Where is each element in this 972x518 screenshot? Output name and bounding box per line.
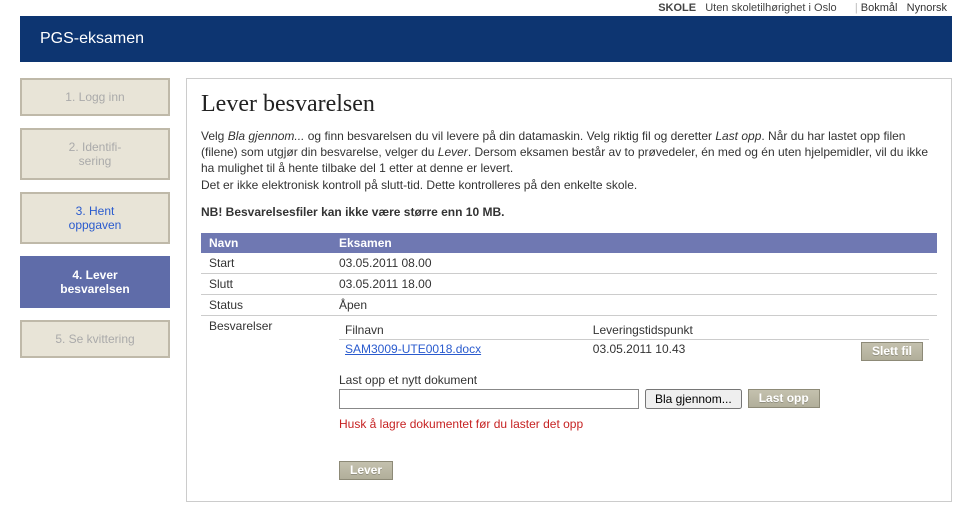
sep: | — [855, 2, 858, 14]
files-table: Filnavn Leveringstidspunkt SAM3009-UTE00… — [339, 321, 929, 363]
upload-input[interactable] — [339, 389, 639, 409]
school-label: SKOLE — [658, 2, 696, 14]
upload-button[interactable]: Last opp — [748, 389, 820, 408]
step-3-get-task[interactable]: 3. Hent oppgaven — [20, 192, 170, 244]
status-value: Åpen — [331, 294, 937, 315]
step-5-receipt: 5. Se kvittering — [20, 320, 170, 358]
end-label: Slutt — [201, 273, 331, 294]
step-2-identify: 2. Identifi- sering — [20, 128, 170, 180]
content-panel: Lever besvarelsen Velg Bla gjennom... og… — [186, 78, 952, 502]
th-delivery-time: Leveringstidspunkt — [587, 321, 811, 340]
upload-block: Last opp et nytt dokument Bla gjennom...… — [339, 373, 929, 431]
end-value: 03.05.2011 18.00 — [331, 273, 937, 294]
sidebar: 1. Logg inn 2. Identifi- sering 3. Hent … — [20, 78, 170, 502]
top-bar: SKOLE Uten skoletilhørighet i Oslo | Bok… — [0, 0, 972, 16]
start-label: Start — [201, 253, 331, 274]
exam-table: Navn Eksamen Start 03.05.2011 08.00 Slut… — [201, 233, 937, 483]
th-filename: Filnavn — [339, 321, 587, 340]
nb-warning: NB! Besvarelsesfiler kan ikke være størr… — [201, 205, 937, 219]
step-1-login: 1. Logg inn — [20, 78, 170, 116]
th-name: Navn — [201, 233, 331, 253]
banner: PGS-eksamen — [20, 16, 952, 62]
school-value: Uten skoletilhørighet i Oslo — [705, 2, 836, 14]
lang-nynorsk-link[interactable]: Nynorsk — [907, 2, 947, 14]
file-link[interactable]: SAM3009-UTE0018.docx — [345, 342, 481, 356]
upload-warning: Husk å lagre dokumentet før du laster de… — [339, 417, 929, 431]
start-value: 03.05.2011 08.00 — [331, 253, 937, 274]
browse-button[interactable]: Bla gjennom... — [645, 389, 742, 409]
status-label: Status — [201, 294, 331, 315]
lever-button[interactable]: Lever — [339, 461, 393, 480]
file-time: 03.05.2011 10.43 — [587, 339, 811, 363]
answers-label: Besvarelser — [201, 315, 331, 483]
lang-bokmal-link[interactable]: Bokmål — [861, 2, 898, 14]
page-title: Lever besvarelsen — [201, 91, 937, 118]
th-exam: Eksamen — [331, 233, 937, 253]
step-4-deliver: 4. Lever besvarelsen — [20, 256, 170, 308]
delete-file-button[interactable]: Slett fil — [861, 342, 923, 361]
banner-title: PGS-eksamen — [40, 30, 144, 47]
upload-label: Last opp et nytt dokument — [339, 373, 929, 387]
intro-text: Velg Bla gjennom... og finn besvarelsen … — [201, 128, 937, 193]
